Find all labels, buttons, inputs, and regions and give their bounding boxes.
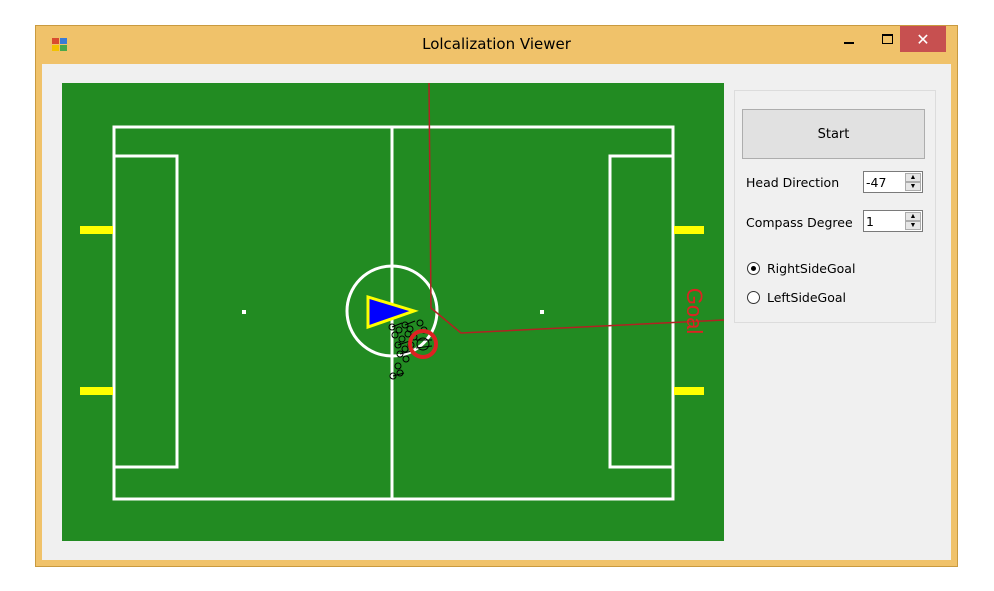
maximize-icon	[881, 34, 893, 44]
left-penalty-mark	[242, 310, 246, 314]
app-window: Lolcalization Viewer ✕ Goal Start Head D…	[35, 25, 958, 567]
head-direction-input[interactable]	[866, 173, 902, 191]
compass-degree-input[interactable]	[866, 212, 902, 230]
goal-label: Goal	[682, 288, 707, 334]
spin-down-icon[interactable]: ▼	[905, 221, 921, 230]
head-direction-stepper[interactable]: ▲ ▼	[863, 171, 923, 193]
spin-up-icon[interactable]: ▲	[905, 212, 921, 221]
control-panel: Start Head Direction ▲ ▼ Compass Degree …	[734, 90, 936, 323]
minimize-button[interactable]	[832, 26, 866, 52]
head-direction-label: Head Direction	[746, 175, 840, 190]
minimize-icon	[844, 42, 854, 44]
spin-up-icon[interactable]: ▲	[905, 173, 921, 182]
right-side-goal-option[interactable]: RightSideGoal	[747, 261, 855, 276]
right-goal-post-bottom	[674, 387, 704, 395]
soccer-field: Goal	[62, 83, 724, 541]
window-title: Lolcalization Viewer	[422, 35, 571, 53]
right-penalty-mark	[540, 310, 544, 314]
left-side-goal-radio[interactable]	[747, 291, 760, 304]
left-goal-post-top	[80, 226, 113, 234]
client-area: Goal Start Head Direction ▲ ▼ Compass De…	[42, 64, 951, 560]
compass-degree-label: Compass Degree	[746, 215, 853, 230]
left-side-goal-option[interactable]: LeftSideGoal	[747, 290, 846, 305]
start-button[interactable]: Start	[742, 109, 925, 159]
close-icon: ✕	[916, 29, 930, 49]
right-goal-post-top	[674, 226, 704, 234]
right-side-goal-label: RightSideGoal	[767, 261, 856, 276]
left-side-goal-label: LeftSideGoal	[767, 290, 847, 305]
spin-down-icon[interactable]: ▼	[905, 182, 921, 191]
right-side-goal-radio[interactable]	[747, 262, 760, 275]
compass-degree-stepper[interactable]: ▲ ▼	[863, 210, 923, 232]
maximize-button[interactable]	[870, 26, 904, 52]
left-goal-post-bottom	[80, 387, 113, 395]
close-button[interactable]: ✕	[900, 26, 946, 52]
title-bar[interactable]: Lolcalization Viewer ✕	[36, 26, 957, 64]
field-canvas: Goal	[62, 83, 724, 541]
